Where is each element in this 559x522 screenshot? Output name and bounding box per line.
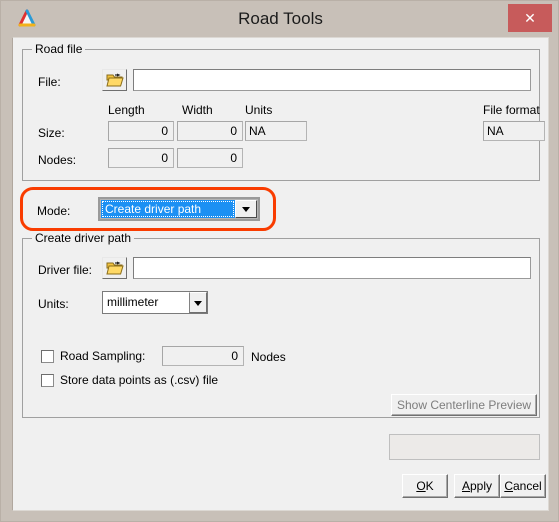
road-file-group-title: Road file [32,42,86,56]
road-sampling-checkbox[interactable]: Road Sampling: [41,349,145,363]
driver-file-label: Driver file: [38,263,93,277]
dialog-client-area: Road file File: Length Width Units File … [12,37,549,511]
open-folder-icon [105,73,124,87]
road-file-group: Road file File: Length Width Units File … [22,42,545,181]
chevron-down-icon[interactable] [189,292,207,313]
mode-combobox[interactable]: Create driver path [98,197,260,221]
open-folder-icon [105,261,124,275]
window-title: Road Tools [238,9,323,28]
nodes-length-field[interactable]: 0 [108,148,174,168]
mode-label: Mode: [37,204,71,218]
road-tools-window: Road Tools ✕ Road file File: Length Widt… [0,0,559,522]
size-units-field[interactable]: NA [245,121,307,141]
cancel-button-rest: ancel [512,479,542,493]
store-csv-checkbox[interactable]: Store data points as (.csv) file [41,373,218,387]
units-combobox[interactable]: millimeter [102,291,208,314]
file-browse-button[interactable] [102,69,127,91]
driver-file-input[interactable] [133,257,531,279]
file-label: File: [38,75,61,89]
column-header-width: Width [182,103,213,117]
mode-combobox-value: Create driver path [101,200,235,218]
driver-file-browse-button[interactable] [102,257,127,279]
column-header-file-format: File format [483,103,540,117]
units-label: Units: [38,297,69,311]
apply-button-mnemonic: A [461,479,470,493]
file-input[interactable] [133,69,531,91]
ok-button-rest: K [425,479,434,493]
create-driver-path-group-title: Create driver path [32,231,135,245]
cancel-button[interactable]: Cancel [500,474,546,498]
column-header-length: Length [108,103,145,117]
chevron-down-icon[interactable] [235,200,257,218]
apply-button[interactable]: Apply [454,474,500,498]
size-width-field[interactable]: 0 [177,121,243,141]
cancel-button-mnemonic: C [504,479,513,493]
nodes-width-field[interactable]: 0 [177,148,243,168]
ok-button[interactable]: OK [402,474,448,498]
store-csv-label: Store data points as (.csv) file [60,373,219,387]
store-csv-checkbox-box[interactable] [41,373,54,387]
nodes-row-label: Nodes: [38,153,77,167]
apply-button-rest: pply [470,479,493,493]
road-sampling-label: Road Sampling: [60,349,146,363]
road-sampling-nodes-suffix: Nodes [251,350,286,364]
road-sampling-nodes-field[interactable]: 0 [162,346,244,366]
show-centerline-preview-button[interactable]: Show Centerline Preview [391,394,537,416]
road-sampling-checkbox-box[interactable] [41,349,54,363]
size-row-label: Size: [38,126,65,140]
title-bar: Road Tools ✕ [1,1,558,37]
size-length-field[interactable]: 0 [108,121,174,141]
ok-button-mnemonic: O [416,479,426,493]
close-icon[interactable]: ✕ [508,4,552,32]
units-combobox-value: millimeter [107,295,159,309]
file-format-field[interactable]: NA [483,121,545,141]
status-progress-box [389,434,540,460]
create-driver-path-group: Create driver path Driver file: Units: m… [22,231,540,418]
column-header-units: Units [245,103,273,117]
